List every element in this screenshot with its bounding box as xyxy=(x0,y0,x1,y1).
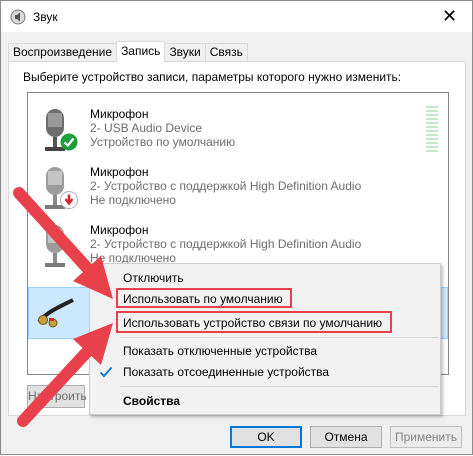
menu-item-show-disconnected[interactable]: Показать отсоединенные устройства xyxy=(90,362,440,382)
context-menu: Отключить Использовать по умолчанию Испо… xyxy=(89,263,441,415)
tab-playback[interactable]: Воспроизведение xyxy=(8,43,118,61)
device-status: Не подключено xyxy=(90,193,176,207)
device-driver: 2- Устройство с поддержкой High Definiti… xyxy=(90,179,362,193)
device-driver: 2- Устройство с поддержкой High Definiti… xyxy=(90,237,362,251)
sound-dialog: Звук ✕ Воспроизведение Запись Звуки Связ… xyxy=(0,0,473,455)
device-name: Микрофон xyxy=(90,223,149,237)
tab-recording[interactable]: Запись xyxy=(116,41,166,62)
apply-button[interactable]: Применить xyxy=(390,426,462,448)
menu-item-disable[interactable]: Отключить xyxy=(90,268,440,288)
close-icon: ✕ xyxy=(441,5,458,26)
line-in-cable-icon xyxy=(37,298,74,328)
device-status: Устройство по умолчанию xyxy=(90,135,236,149)
speaker-app-icon xyxy=(10,9,26,25)
tab-strip: Воспроизведение Запись Звуки Связь xyxy=(8,41,248,62)
red-down-arrow-icon xyxy=(60,191,78,209)
tab-communications[interactable]: Связь xyxy=(204,43,248,61)
checkmark-icon xyxy=(99,366,113,378)
list-item-device-1[interactable]: Микрофон 2- USB Audio Device Устройство … xyxy=(28,99,448,157)
instruction-text: Выберите устройство записи, параметры ко… xyxy=(23,70,402,84)
menu-separator xyxy=(120,337,438,338)
title-bar[interactable]: Звук ✕ xyxy=(1,1,472,32)
green-check-icon xyxy=(60,133,78,151)
tab-sounds[interactable]: Звуки xyxy=(164,43,206,61)
level-meter xyxy=(426,106,438,154)
window-title: Звук xyxy=(33,10,58,24)
highlight-box-set-default-communication xyxy=(116,311,392,333)
device-name: Микрофон xyxy=(90,107,149,121)
cancel-button[interactable]: Отмена xyxy=(310,426,382,448)
device-driver: 2- USB Audio Device xyxy=(90,121,203,135)
close-button[interactable]: ✕ xyxy=(427,1,472,31)
highlight-box-set-default xyxy=(116,288,292,308)
device-name: Микрофон xyxy=(90,165,149,179)
menu-separator xyxy=(120,386,438,387)
list-item-device-2[interactable]: Микрофон 2- Устройство с поддержкой High… xyxy=(28,157,448,215)
configure-button[interactable]: Настроить xyxy=(27,385,87,408)
ok-button[interactable]: OK xyxy=(230,426,302,448)
menu-item-properties[interactable]: Свойства xyxy=(90,391,440,411)
microphone-icon xyxy=(45,225,65,267)
menu-item-show-disabled[interactable]: Показать отключенные устройства xyxy=(90,341,440,361)
